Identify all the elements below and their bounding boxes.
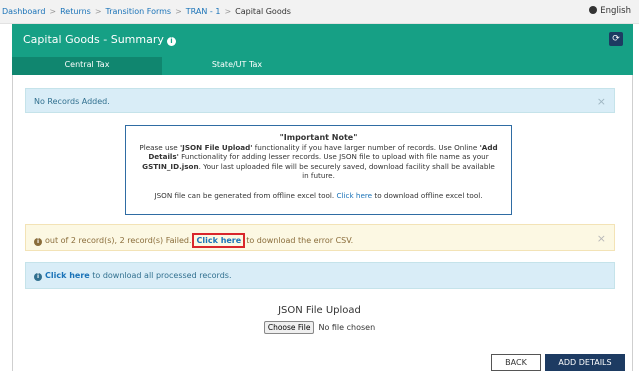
file-upload-control: Choose File No file chosen (0, 321, 639, 334)
note-emphasis: 'JSON File Upload' (179, 142, 253, 152)
failed-records-text: i out of 2 record(s), 2 record(s) Failed.… (34, 233, 353, 248)
breadcrumb: Dashboard > Returns > Transition Forms > TRAN … (2, 7, 291, 16)
breadcrumb-returns[interactable]: Returns (60, 7, 91, 16)
breadcrumb-tran-1[interactable]: TRAN - 1 (186, 7, 221, 16)
top-bar: Dashboard > Returns > Transition Forms > TRAN … (0, 0, 639, 24)
breadcrumb-transition-forms[interactable]: Transition Forms (106, 7, 172, 16)
no-records-alert: No Records Added. × (25, 88, 615, 113)
language-label: English (600, 6, 631, 16)
choose-file-button[interactable]: Choose File (263, 321, 315, 334)
important-note-box: "Important Note" Please use 'JSON File U… (125, 125, 512, 215)
note-paragraph-excel: JSON file can be generated from offline … (138, 191, 499, 201)
excel-tool-link[interactable]: Click here (336, 191, 372, 200)
breadcrumb-separator: > (94, 7, 102, 16)
tab-central-tax[interactable]: Central Tax (12, 57, 162, 75)
globe-icon (589, 6, 598, 14)
breadcrumb-separator: > (49, 7, 57, 16)
page-title: Capital Goods - Summary i (23, 33, 176, 46)
close-icon[interactable]: × (597, 95, 606, 108)
page-title-text: Capital Goods - Summary (23, 33, 164, 46)
failed-suffix-text: to download the error CSV. (246, 236, 354, 245)
error-csv-link[interactable]: Click here (192, 233, 246, 248)
processed-records-link[interactable]: Click here (45, 271, 90, 280)
no-records-text: No Records Added. (34, 97, 110, 106)
breadcrumb-dashboard[interactable]: Dashboard (2, 7, 45, 16)
note-emphasis: GSTIN_ID.json (142, 161, 199, 171)
note-text: Please use (139, 142, 180, 152)
failed-count-text: out of 2 record(s), 2 record(s) Failed. (45, 236, 192, 245)
language-selector[interactable]: English (589, 6, 631, 16)
summary-header: Capital Goods - Summary i ⟳ Central Tax S… (12, 24, 633, 75)
breadcrumb-current: Capital Goods (235, 7, 291, 16)
processed-suffix-text: to download all processed records. (92, 271, 232, 280)
processed-records-text: i Click here to download all processed re… (34, 271, 232, 281)
note-paragraph: Please use 'JSON File Upload' functional… (138, 143, 499, 181)
failed-records-alert: i out of 2 record(s), 2 record(s) Failed.… (25, 224, 615, 251)
processed-records-alert: i Click here to download all processed re… (25, 262, 615, 289)
tab-state-ut-tax[interactable]: State/UT Tax (162, 57, 312, 75)
add-details-button[interactable]: ADD DETAILS (545, 354, 625, 371)
breadcrumb-separator: > (224, 7, 232, 16)
note-text: functionality if you have larger number … (252, 142, 480, 152)
note-text: JSON file can be generated from offline … (154, 190, 337, 200)
info-icon: i (34, 238, 42, 246)
note-text: to download offline excel tool. (372, 190, 483, 200)
info-icon[interactable]: i (166, 37, 176, 46)
close-icon[interactable]: × (597, 232, 606, 245)
info-icon: i (34, 273, 42, 281)
file-status-text: No file chosen (318, 323, 376, 332)
refresh-button[interactable]: ⟳ (609, 32, 623, 46)
note-text: Functionality for adding lesser records.… (178, 152, 489, 162)
note-title: "Important Note" (279, 133, 358, 142)
breadcrumb-separator: > (175, 7, 182, 16)
back-button[interactable]: BACK (491, 354, 541, 371)
json-upload-label: JSON File Upload (278, 305, 361, 316)
note-text: . Your last uploaded file will be secure… (198, 161, 495, 181)
